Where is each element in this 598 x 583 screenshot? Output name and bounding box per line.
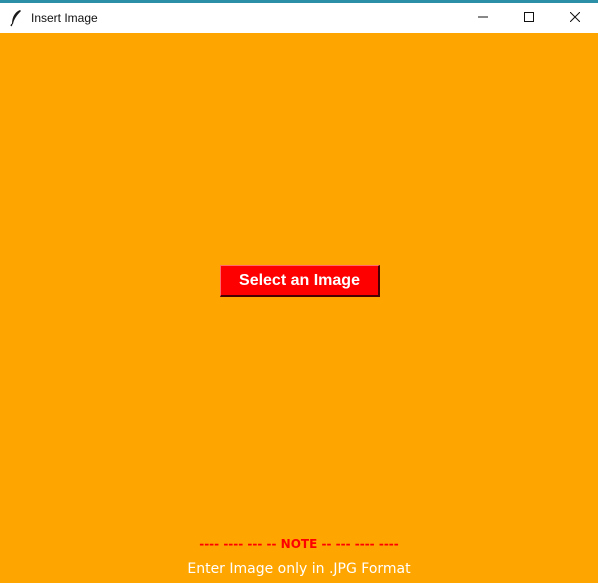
minimize-icon [478, 9, 488, 27]
insert-image-window: Insert Image Select an Image ---- ---- -… [0, 0, 598, 583]
select-image-button[interactable]: Select an Image [220, 265, 380, 297]
minimize-button[interactable] [460, 3, 506, 33]
main-content: Select an Image ---- ---- --- -- NOTE --… [0, 33, 598, 583]
close-icon [569, 9, 581, 27]
title-bar[interactable]: Insert Image [0, 3, 598, 33]
window-controls [460, 3, 598, 33]
window-title: Insert Image [31, 11, 98, 25]
note-label: ---- ---- --- -- NOTE -- --- ---- ---- [199, 537, 399, 551]
maximize-button[interactable] [506, 3, 552, 33]
close-button[interactable] [552, 3, 598, 33]
feather-icon [6, 8, 26, 28]
format-instruction: Enter Image only in .JPG Format [187, 561, 411, 577]
maximize-icon [524, 9, 534, 27]
